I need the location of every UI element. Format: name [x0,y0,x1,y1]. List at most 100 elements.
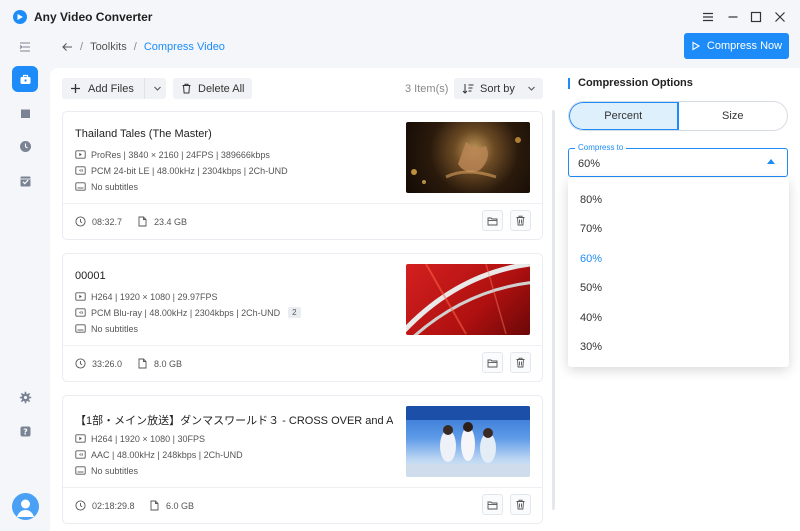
option-80[interactable]: 80% [580,194,602,206]
file-card-footer: 33:26.0 8.0 GB [63,345,542,381]
sidebar-item-help[interactable]: ? [12,418,38,444]
add-files-label: Add Files [88,82,134,95]
sort-icon [462,84,474,94]
sort-by-label: Sort by [480,82,515,95]
mode-size-button[interactable]: Size [679,102,788,130]
duration: 33:26.0 [75,358,122,369]
duration-text: 08:32.7 [92,216,123,227]
audio-info-text: PCM 24-bit LE | 48.00kHz | 2304kbps | 2C… [91,165,288,176]
clock-icon [75,358,86,369]
compress-now-button[interactable]: Compress Now [684,33,789,59]
chevron-down-icon [527,86,535,91]
open-folder-button[interactable] [482,210,503,231]
maximize-icon[interactable] [749,10,763,24]
open-folder-button[interactable] [482,352,503,373]
open-folder-button[interactable] [482,494,503,515]
option-70[interactable]: 70% [580,223,602,235]
compress-to-value: 60% [578,158,601,170]
sidebar: ? [0,34,50,531]
duration-text: 02:18:29.8 [92,500,135,511]
video-info-text: H264 | 1920 × 1080 | 30FPS [91,433,206,444]
compress-to-label: Compress to [575,143,627,152]
sidebar-item-library[interactable] [12,100,38,126]
compress-to-select[interactable]: Compress to 60% [568,143,788,177]
video-info: H264 | 1920 × 1080 | 29.97FPS [75,291,218,302]
plus-icon [71,84,80,93]
delete-file-button[interactable] [510,494,531,515]
audio-track-count-badge[interactable]: 2 [288,307,301,318]
subtitle-icon [75,182,86,191]
subtitle-info: No subtitles [75,465,138,476]
option-40[interactable]: 40% [580,312,602,324]
file-title: 【1部・メイン放送】ダンマスワールド３ - CROSS OVER and AS.… [75,415,393,427]
toolbox-icon [20,74,30,84]
add-files-button[interactable]: Add Files [62,78,166,99]
file-card[interactable]: 【1部・メイン放送】ダンマスワールド３ - CROSS OVER and AS.… [62,395,543,524]
file-list-scrollbar[interactable] [552,110,555,510]
sidebar-item-toolkits[interactable] [12,66,38,92]
duration: 08:32.7 [75,216,122,227]
subtitle-info-text: No subtitles [91,323,139,334]
sort-by-button[interactable]: Sort by [454,78,543,99]
file-size-text: 23.4 GB [154,216,188,227]
delete-file-button[interactable] [510,210,531,231]
close-icon[interactable] [773,10,787,24]
delete-file-button[interactable] [510,352,531,373]
audio-info-text: AAC | 48.00kHz | 248kbps | 2Ch-UND [91,449,243,460]
subtitle-icon [75,324,86,333]
video-info: ProRes | 3840 × 2160 | 24FPS | 389666kbp… [75,149,270,160]
app-title: Any Video Converter [34,10,153,24]
breadcrumb-separator: / [133,41,137,53]
audio-icon [75,166,86,175]
sidebar-item-settings[interactable] [12,384,38,410]
video-thumbnail [406,122,530,193]
option-30[interactable]: 30% [580,341,602,353]
video-icon [75,434,86,443]
video-icon [75,292,86,301]
breadcrumb-toolkits[interactable]: Toolkits [90,41,127,53]
trash-icon [516,215,525,226]
compression-options-title: Compression Options [568,78,693,89]
video-info-text: ProRes | 3840 × 2160 | 24FPS | 389666kbp… [91,149,270,160]
option-50[interactable]: 50% [580,282,602,294]
video-thumbnail [406,406,530,477]
audio-info: AAC | 48.00kHz | 248kbps | 2Ch-UND [75,449,243,460]
audio-info: PCM Blu-ray | 48.00kHz | 2304kbps | 2Ch-… [75,307,301,318]
sidebar-toggle-icon[interactable] [12,34,38,60]
app-logo-icon [13,10,27,24]
video-info-text: H264 | 1920 × 1080 | 29.97FPS [91,291,218,302]
delete-all-label: Delete All [198,82,245,95]
video-info: H264 | 1920 × 1080 | 30FPS [75,433,205,444]
duration: 02:18:29.8 [75,500,135,511]
file-icon [150,500,159,511]
folder-icon [487,359,498,367]
subtitle-info-text: No subtitles [91,181,139,192]
file-card[interactable]: 00001 H264 | 1920 × 1080 | 29.97FPS PCM … [62,253,543,382]
sidebar-item-history[interactable] [12,133,38,159]
back-arrow-icon[interactable] [61,41,73,53]
audio-info-text: PCM Blu-ray | 48.00kHz | 2304kbps | 2Ch-… [91,307,281,318]
minimize-icon[interactable] [726,10,740,24]
gear-icon [19,391,31,403]
subtitle-info-text: No subtitles [91,465,139,476]
file-card[interactable]: Thailand Tales (The Master) ProRes | 384… [62,111,543,240]
breadcrumb-separator: / [80,41,84,53]
chevron-down-icon[interactable] [153,84,162,93]
mode-percent-button[interactable]: Percent [569,102,679,130]
compression-mode-toggle: Percent Size [568,101,788,131]
subtitle-info: No subtitles [75,181,138,192]
file-card-footer: 02:18:29.8 6.0 GB [63,487,542,523]
avatar[interactable] [12,493,39,520]
book-icon [20,109,30,118]
file-size: 8.0 GB [137,358,182,369]
clock-icon [75,216,86,227]
delete-all-button[interactable]: Delete All [173,78,252,99]
sidebar-item-tasks[interactable] [12,168,38,194]
file-icon [138,358,147,369]
audio-icon [75,450,86,459]
option-60[interactable]: 60% [580,253,602,265]
file-icon [138,216,147,227]
file-size: 23.4 GB [137,216,187,227]
menu-icon[interactable] [701,10,715,24]
title-bar: Any Video Converter [0,0,800,34]
